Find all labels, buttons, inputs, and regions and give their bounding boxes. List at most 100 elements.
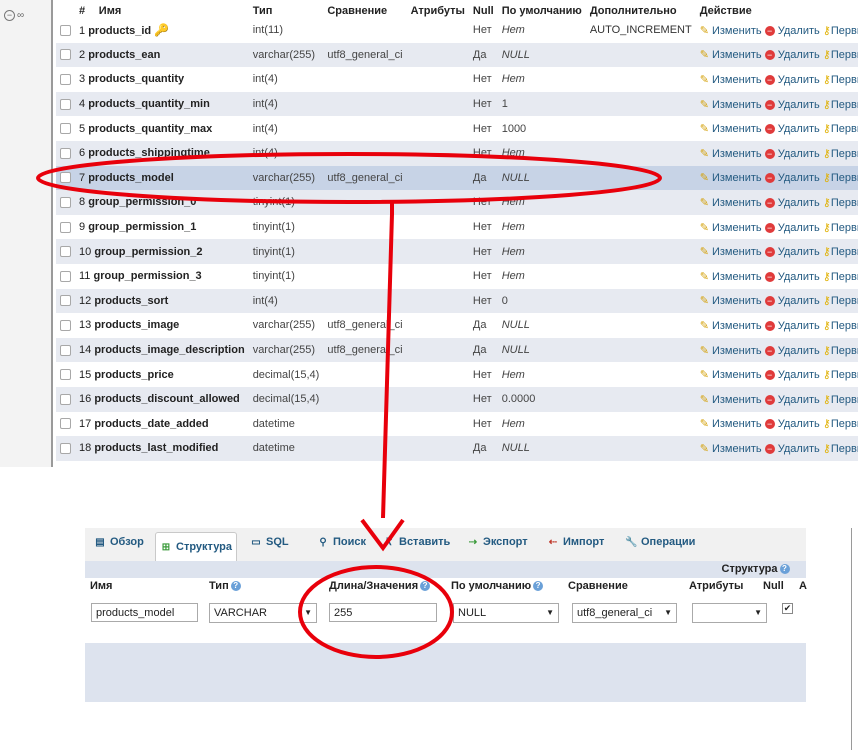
drop-button[interactable]: − Удалить	[764, 172, 820, 184]
change-button[interactable]: ✎ Изменить	[700, 394, 762, 406]
row-checkbox[interactable]	[60, 49, 71, 61]
change-button[interactable]: ✎ Изменить	[700, 295, 762, 307]
row-checkbox[interactable]	[60, 74, 71, 86]
row-select-cell[interactable]	[56, 386, 75, 412]
row-select-cell[interactable]	[56, 116, 75, 141]
change-button[interactable]: ✎ Изменить	[700, 123, 762, 135]
collapse-icon[interactable]: −	[4, 10, 15, 21]
change-button[interactable]: ✎ Изменить	[700, 418, 762, 430]
table-row[interactable]: 12 products_sort int(4) Нет 0 ✎ Изменить − У…	[56, 288, 858, 314]
drop-button[interactable]: − Удалить	[764, 369, 820, 381]
row-checkbox[interactable]	[60, 24, 71, 36]
row-checkbox[interactable]	[60, 98, 71, 110]
tab-operations[interactable]: 🔧 Операции	[625, 536, 695, 556]
drop-button[interactable]: − Удалить	[764, 99, 820, 111]
row-select-cell[interactable]	[56, 42, 75, 68]
change-button[interactable]: ✎ Изменить	[700, 49, 762, 61]
link-icon[interactable]: ∞	[17, 10, 24, 21]
table-row[interactable]: 14 products_image_description varchar(255…	[56, 337, 858, 363]
drop-button[interactable]: − Удалить	[764, 271, 820, 283]
primary-button[interactable]: ⚷Первичный	[823, 172, 858, 184]
drop-button[interactable]: − Удалить	[764, 123, 820, 135]
header-attributes[interactable]: Атрибуты	[406, 3, 469, 18]
primary-button[interactable]: ⚷Первичный	[823, 271, 858, 283]
primary-button[interactable]: ⚷Первичный	[823, 369, 858, 381]
header-null[interactable]: Null	[468, 3, 498, 18]
row-select-cell[interactable]	[56, 214, 75, 240]
primary-button[interactable]: ⚷Первичный	[823, 222, 858, 234]
primary-button[interactable]: ⚷Первичный	[823, 123, 858, 135]
table-row[interactable]: 18 products_last_modified datetime Да NULL ✎…	[56, 436, 858, 461]
table-row[interactable]: 2 products_ean varchar(255) utf8_general_c…	[56, 42, 858, 68]
row-checkbox[interactable]	[60, 442, 71, 454]
change-button[interactable]: ✎ Изменить	[700, 246, 762, 258]
drop-button[interactable]: − Удалить	[764, 443, 820, 455]
column-name-input[interactable]: products_model	[91, 603, 198, 622]
row-select-cell[interactable]	[56, 190, 75, 215]
row-checkbox[interactable]	[60, 147, 71, 159]
table-row[interactable]: 9 group_permission_1 tinyint(1) Нет Нет ✎ Из…	[56, 214, 858, 240]
row-select-cell[interactable]	[56, 263, 75, 289]
table-row[interactable]: 6 products_shippingtime int(4) Нет Нет ✎ Изм…	[56, 140, 858, 166]
change-button[interactable]: ✎ Изменить	[700, 148, 762, 160]
help-icon[interactable]: ?	[420, 581, 431, 592]
tab-browse[interactable]: ▤ Обзор	[94, 536, 144, 556]
tab-search[interactable]: ⚲ Поиск	[317, 536, 366, 556]
drop-button[interactable]: − Удалить	[764, 246, 820, 258]
drop-button[interactable]: − Удалить	[764, 394, 820, 406]
help-icon[interactable]: ?	[779, 564, 790, 575]
row-select-cell[interactable]	[56, 18, 75, 43]
table-row[interactable]: 5 products_quantity_max int(4) Нет 1000 ✎ Из…	[56, 116, 858, 141]
tab-structure[interactable]: ⊞ Структура	[155, 532, 237, 561]
row-checkbox[interactable]	[60, 246, 71, 258]
primary-button[interactable]: ⚷Первичный	[823, 345, 858, 357]
row-select-cell[interactable]	[56, 337, 75, 363]
header-extra[interactable]: Дополнительно	[585, 3, 696, 18]
primary-button[interactable]: ⚷Первичный	[823, 148, 858, 160]
primary-button[interactable]: ⚷Первичный	[823, 394, 858, 406]
attributes-select[interactable]: ▼	[692, 603, 767, 623]
drop-button[interactable]: − Удалить	[764, 49, 820, 61]
table-row[interactable]: 17 products_date_added datetime Нет Нет ✎ Из…	[56, 411, 858, 437]
collapse-all-control[interactable]: − ∞	[4, 10, 30, 21]
primary-button[interactable]: ⚷Первичный	[823, 320, 858, 332]
drop-button[interactable]: − Удалить	[764, 320, 820, 332]
change-button[interactable]: ✎ Изменить	[700, 25, 762, 37]
change-button[interactable]: ✎ Изменить	[700, 172, 762, 184]
drop-button[interactable]: − Удалить	[764, 418, 820, 430]
drop-button[interactable]: − Удалить	[764, 295, 820, 307]
table-row[interactable]: 1 products_id 🔑 int(11) Нет Нет AUTO_INCREME…	[56, 18, 858, 43]
row-select-cell[interactable]	[56, 288, 75, 314]
table-row[interactable]: 4 products_quantity_min int(4) Нет 1 ✎ Измен…	[56, 91, 858, 117]
header-collation[interactable]: Сравнение	[323, 3, 407, 18]
tab-sql[interactable]: ▭ SQL	[250, 536, 288, 556]
header-type[interactable]: Тип	[248, 3, 324, 18]
row-checkbox[interactable]	[60, 393, 71, 405]
table-row[interactable]: 15 products_price decimal(15,4) Нет Нет ✎ Из…	[56, 362, 858, 387]
row-checkbox[interactable]	[60, 197, 71, 209]
change-button[interactable]: ✎ Изменить	[700, 271, 762, 283]
primary-button[interactable]: ⚷Первичный	[823, 197, 858, 209]
change-button[interactable]: ✎ Изменить	[700, 222, 762, 234]
tab-export[interactable]: ⇢ Экспорт	[467, 536, 528, 556]
change-button[interactable]: ✎ Изменить	[700, 345, 762, 357]
row-checkbox[interactable]	[60, 369, 71, 381]
header-default[interactable]: По умолчанию	[497, 3, 586, 18]
row-checkbox[interactable]	[60, 270, 71, 282]
row-checkbox[interactable]	[60, 295, 71, 307]
row-select-cell[interactable]	[56, 411, 75, 437]
change-button[interactable]: ✎ Изменить	[700, 74, 762, 86]
null-checkbox[interactable]: ✔	[782, 603, 793, 614]
drop-button[interactable]: − Удалить	[764, 25, 820, 37]
row-select-cell[interactable]	[56, 313, 75, 338]
row-select-cell[interactable]	[56, 362, 75, 387]
header-name[interactable]: Имя	[94, 3, 249, 18]
table-row[interactable]: 13 products_image varchar(255) utf8_genera…	[56, 313, 858, 338]
row-checkbox[interactable]	[60, 320, 71, 332]
table-row[interactable]: 16 products_discount_allowed decimal(15,4…	[56, 386, 858, 412]
primary-button[interactable]: ⚷Первичный	[823, 99, 858, 111]
drop-button[interactable]: − Удалить	[764, 74, 820, 86]
row-checkbox[interactable]	[60, 123, 71, 135]
change-button[interactable]: ✎ Изменить	[700, 369, 762, 381]
drop-button[interactable]: − Удалить	[764, 197, 820, 209]
